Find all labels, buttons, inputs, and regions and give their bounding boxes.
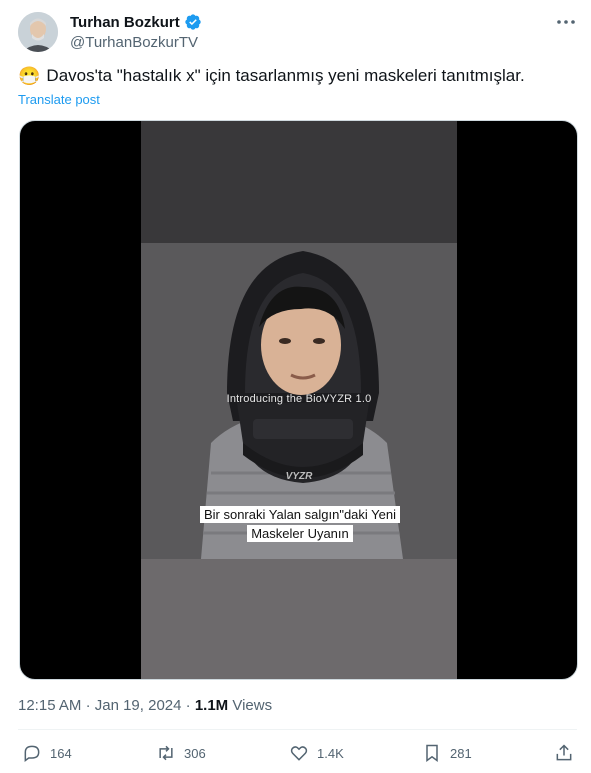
post-text-row: 😷 Davos'ta "hastalık x" için tasarlanmış… [18, 66, 525, 86]
video-top-band [141, 121, 457, 243]
video-frame[interactable]: Introducing the BioVYZR 1.0 VYZR Bir son… [141, 121, 457, 679]
meta-separator: · [185, 697, 191, 714]
repost-icon [159, 745, 173, 761]
mask-emoji-icon: 😷 [18, 66, 41, 86]
video-caption: Bir sonraki Yalan salgın"daki Yeni Maske… [193, 505, 407, 543]
post-text: Davos'ta "hastalık x" için tasarlanmış y… [46, 66, 525, 85]
more-options-icon[interactable] [555, 12, 577, 32]
translate-post-link[interactable]: Translate post [18, 92, 100, 107]
video-bottom-band [141, 559, 457, 679]
post-time[interactable]: 12:15 AM [18, 697, 81, 714]
reply-button[interactable]: 164 [22, 743, 72, 763]
video-player[interactable]: Introducing the BioVYZR 1.0 VYZR Bir son… [19, 120, 578, 680]
reply-count: 164 [50, 745, 72, 761]
bookmark-icon [426, 744, 438, 762]
author-name[interactable]: Turhan Bozkurt [70, 14, 180, 31]
heart-icon [290, 746, 308, 761]
share-button[interactable] [554, 743, 574, 763]
share-icon [556, 744, 572, 761]
repost-count: 306 [184, 745, 206, 761]
like-count: 1.4K [317, 745, 344, 761]
post-date[interactable]: Jan 19, 2024 [95, 697, 182, 714]
caption-line-2: Maskeler Uyanın [247, 525, 353, 542]
divider [18, 729, 577, 730]
reply-icon [24, 745, 40, 762]
bookmark-button[interactable]: 281 [422, 743, 472, 763]
avatar[interactable] [18, 12, 58, 52]
author-handle[interactable]: @TurhanBozkurTV [70, 34, 198, 51]
avatar-image [18, 12, 58, 52]
action-bar: 164 306 1.4K 281 [0, 743, 591, 769]
repost-button[interactable]: 306 [156, 743, 206, 763]
meta-separator: · [85, 697, 91, 714]
caption-line-1: Bir sonraki Yalan salgın"daki Yeni [199, 506, 401, 523]
like-button[interactable]: 1.4K [289, 743, 344, 763]
post-meta: 12:15 AM · Jan 19, 2024 · 1.1M Views [18, 697, 272, 714]
intro-overlay-text: Introducing the BioVYZR 1.0 [226, 393, 372, 405]
views-label: Views [232, 697, 273, 714]
helmet-logo-text: VYZR [285, 471, 313, 482]
verified-badge-icon [185, 14, 201, 30]
bookmark-count: 281 [450, 745, 472, 761]
views-count: 1.1M [194, 697, 229, 714]
